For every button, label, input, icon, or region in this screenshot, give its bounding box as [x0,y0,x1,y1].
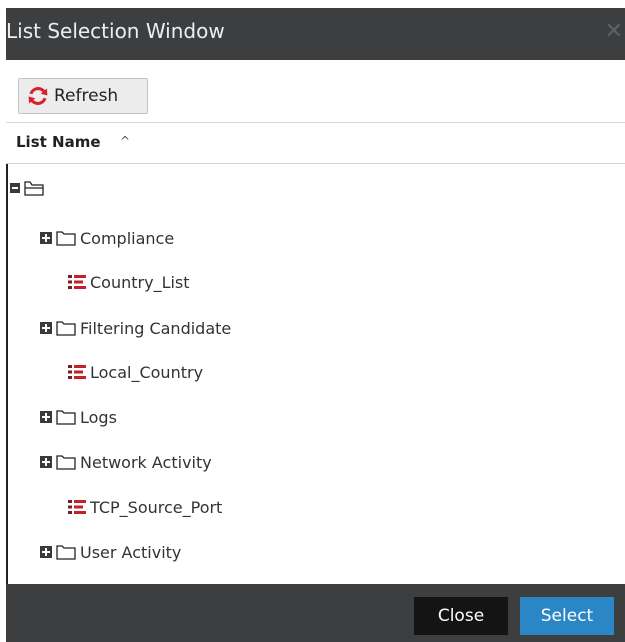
list-icon [68,500,86,514]
tree-item-label: Compliance [80,228,175,248]
tree-item-label: Country_List [90,272,190,292]
tree-item-label: User Activity [80,542,182,562]
close-icon[interactable]: ✕ [605,19,623,44]
folder-icon [56,321,76,336]
expand-icon[interactable] [40,456,52,468]
tree-root-row[interactable] [10,170,44,206]
folder-icon [56,545,76,560]
tree-item-user-activity[interactable]: User Activity [40,534,181,570]
tree-item-country-list[interactable]: Country_List [68,264,190,300]
tree-item-local-country[interactable]: Local_Country [68,354,203,390]
dialog-footer: Close Select [6,584,625,642]
expand-icon[interactable] [40,546,52,558]
tree-item-logs[interactable]: Logs [40,399,117,435]
expand-icon[interactable] [40,232,52,244]
open-folder-icon [24,181,44,196]
tree-item-label: Local_Country [90,362,204,382]
close-button[interactable]: Close [414,597,508,635]
refresh-label: Refresh [54,86,119,106]
tree-item-compliance[interactable]: Compliance [40,220,174,256]
folder-icon [56,410,76,425]
tree-item-label: Filtering Candidate [80,318,232,338]
expand-icon[interactable] [40,411,52,423]
title-bar: List Selection Window ✕ [6,8,625,60]
list-tree: Compliance Country_List Filtering Candid… [6,164,625,584]
tree-item-label: Network Activity [80,452,212,472]
expand-icon[interactable] [40,322,52,334]
list-name-column-header[interactable]: List Name ^ [6,122,625,164]
list-icon [68,275,86,289]
refresh-button[interactable]: Refresh [18,78,148,114]
window-title: List Selection Window [6,19,225,43]
sort-ascending-icon[interactable]: ^ [120,134,130,148]
refresh-icon [28,87,48,105]
tree-item-label: Logs [80,407,117,427]
collapse-icon[interactable] [10,183,20,193]
list-selection-window: List Selection Window ✕ Refresh List Nam… [6,8,625,642]
list-icon [68,365,86,379]
select-button[interactable]: Select [520,597,614,635]
list-name-header-label: List Name [16,133,101,151]
tree-item-label: TCP_Source_Port [90,497,223,517]
folder-icon [56,231,76,246]
folder-icon [56,455,76,470]
tree-item-network-activity[interactable]: Network Activity [40,444,212,480]
tree-item-tcp-source-port[interactable]: TCP_Source_Port [68,489,222,525]
toolbar: Refresh [6,60,625,122]
tree-item-filtering-candidate[interactable]: Filtering Candidate [40,310,231,346]
